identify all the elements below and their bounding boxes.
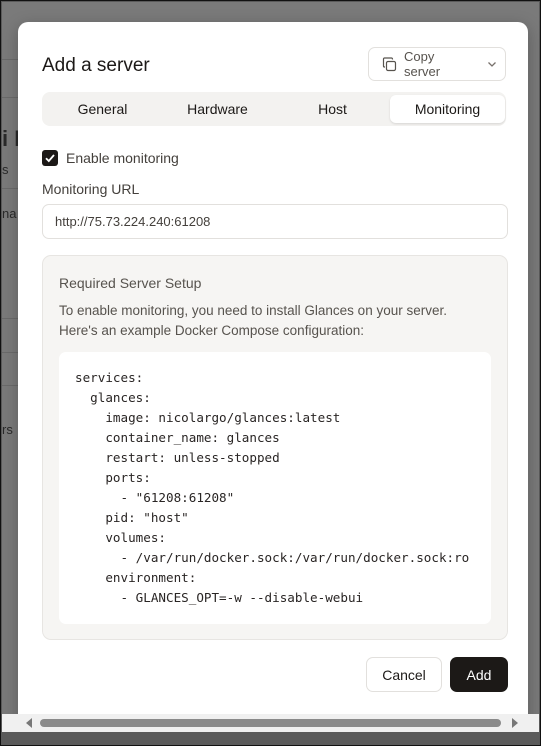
scroll-left-arrow-icon[interactable] — [26, 718, 32, 728]
tab-general[interactable]: General — [45, 95, 160, 123]
add-server-dialog: Add a server Copy server General Hardwar… — [18, 22, 528, 745]
code-line: - /var/run/docker.sock:/var/run/docker.s… — [75, 550, 470, 565]
background-text: s — [2, 162, 9, 177]
code-line: services: — [75, 370, 144, 385]
cancel-button[interactable]: Cancel — [366, 657, 442, 692]
horizontal-scrollbar[interactable] — [2, 714, 539, 732]
code-line: ports: — [75, 470, 151, 485]
code-line: glances: — [75, 390, 151, 405]
check-icon — [45, 154, 55, 163]
setup-title: Required Server Setup — [59, 275, 202, 291]
copy-icon — [382, 56, 397, 71]
add-button[interactable]: Add — [450, 657, 508, 692]
chevron-down-icon — [488, 62, 496, 67]
background-text: rs — [2, 422, 13, 437]
code-line: - "61208:61208" — [75, 490, 235, 505]
code-line: pid: "host" — [75, 510, 189, 525]
monitoring-url-label: Monitoring URL — [42, 181, 140, 197]
copy-server-label: Copy server — [403, 49, 441, 79]
code-line: restart: unless-stopped — [75, 450, 280, 465]
code-line: container_name: glances — [75, 430, 280, 445]
enable-monitoring-row: Enable monitoring — [42, 150, 179, 166]
window-frame: i I s na rs Add a server Copy server Gen… — [0, 0, 541, 746]
code-line: volumes: — [75, 530, 166, 545]
background-text: na — [2, 206, 17, 221]
enable-monitoring-checkbox[interactable] — [42, 150, 58, 166]
scrollbar-thumb[interactable] — [40, 719, 501, 727]
tab-bar: General Hardware Host Monitoring — [42, 92, 506, 126]
tab-hardware[interactable]: Hardware — [160, 95, 275, 123]
monitoring-url-input[interactable] — [42, 204, 508, 239]
tab-host[interactable]: Host — [275, 95, 390, 123]
code-line: image: nicolargo/glances:latest — [75, 410, 341, 425]
code-line: environment: — [75, 570, 197, 585]
code-line: - GLANCES_OPT=-w --disable-webui — [75, 590, 364, 605]
docker-compose-code: services: glances: image: nicolargo/glan… — [59, 352, 491, 624]
scroll-right-arrow-icon[interactable] — [512, 718, 518, 728]
tab-monitoring[interactable]: Monitoring — [390, 95, 505, 123]
copy-server-button[interactable]: Copy server — [368, 47, 506, 81]
dialog-title: Add a server — [42, 55, 150, 76]
server-setup-panel: Required Server Setup To enable monitori… — [42, 255, 508, 640]
bottom-backdrop — [2, 732, 539, 745]
enable-monitoring-label: Enable monitoring — [66, 150, 179, 166]
setup-description: To enable monitoring, you need to instal… — [59, 303, 447, 338]
